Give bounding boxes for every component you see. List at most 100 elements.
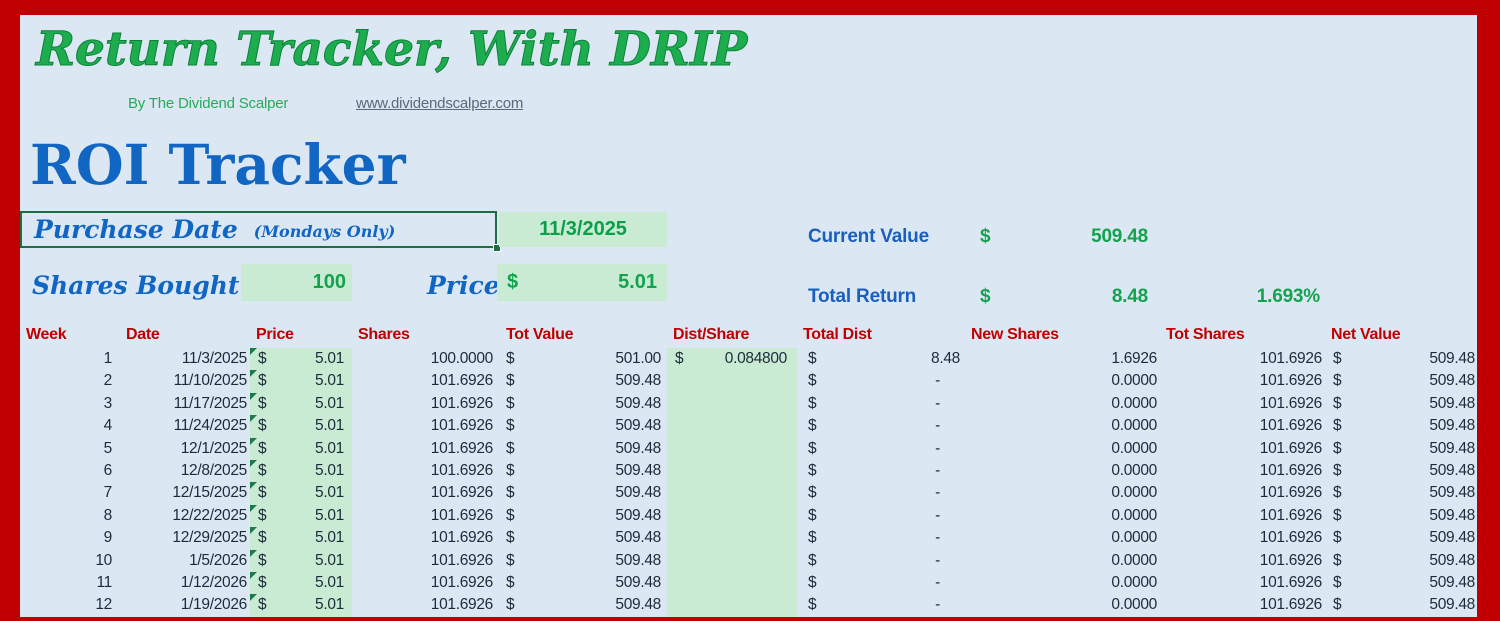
cell-tot-value[interactable]: $509.48 [500, 505, 667, 527]
cell-date[interactable]: 11/10/2025 [120, 370, 250, 392]
cell-total-dist[interactable]: $ - [797, 527, 965, 549]
cell-dist-share[interactable] [667, 594, 797, 617]
cell-date[interactable]: 11/3/2025 [120, 348, 250, 370]
cell-tot-shares[interactable]: 101.6926 [1160, 594, 1325, 616]
cell-price[interactable]: $5.01 [250, 527, 352, 550]
cell-price[interactable]: $5.01 [250, 415, 352, 438]
cell-new-shares[interactable]: 0.0000 [965, 370, 1160, 392]
cell-net-value[interactable]: $509.48 [1325, 550, 1477, 572]
cell-week[interactable]: 8 [20, 505, 120, 527]
cell-tot-value[interactable]: $509.48 [500, 594, 667, 616]
cell-shares[interactable]: 101.6926 [352, 460, 500, 482]
cell-new-shares[interactable]: 0.0000 [965, 594, 1160, 616]
cell-net-value[interactable]: $509.48 [1325, 482, 1477, 504]
cell-tot-shares[interactable]: 101.6926 [1160, 348, 1325, 370]
cell-dist-share[interactable]: $0.084800 [667, 348, 797, 371]
cell-shares[interactable]: 101.6926 [352, 482, 500, 504]
cell-dist-share[interactable] [667, 415, 797, 438]
cell-tot-value[interactable]: $509.48 [500, 370, 667, 392]
cell-price[interactable]: $5.01 [250, 370, 352, 393]
cell-dist-share[interactable] [667, 437, 797, 460]
cell-tot-shares[interactable]: 101.6926 [1160, 415, 1325, 437]
cell-new-shares[interactable]: 0.0000 [965, 550, 1160, 572]
cell-tot-value[interactable]: $509.48 [500, 393, 667, 415]
cell-dist-share[interactable] [667, 370, 797, 393]
cell-shares[interactable]: 101.6926 [352, 415, 500, 437]
purchase-date-input[interactable]: 11/3/2025 [499, 212, 667, 247]
cell-total-dist[interactable]: $ - [797, 572, 965, 594]
cell-new-shares[interactable]: 0.0000 [965, 393, 1160, 415]
cell-week[interactable]: 5 [20, 438, 120, 460]
cell-week[interactable]: 10 [20, 550, 120, 572]
header-price[interactable]: Price [250, 326, 352, 344]
cell-week[interactable]: 6 [20, 460, 120, 482]
cell-price[interactable]: $5.01 [250, 571, 352, 595]
cell-price[interactable]: $5.01 [250, 459, 352, 483]
cell-shares[interactable]: 101.6926 [352, 550, 500, 572]
cell-new-shares[interactable]: 0.0000 [965, 527, 1160, 549]
cell-date[interactable]: 12/29/2025 [120, 527, 250, 549]
cell-week[interactable]: 7 [20, 482, 120, 504]
cell-shares[interactable]: 101.6926 [352, 594, 500, 616]
cell-price[interactable]: $5.01 [250, 482, 352, 505]
cell-dist-share[interactable] [667, 459, 797, 483]
cell-price[interactable]: $5.01 [250, 549, 352, 572]
purchase-date-cell[interactable]: Purchase Date (Mondays Only) [20, 211, 501, 252]
cell-date[interactable]: 12/15/2025 [120, 482, 250, 504]
cell-week[interactable]: 2 [20, 370, 120, 392]
cell-tot-value[interactable]: $509.48 [500, 415, 667, 437]
cell-tot-value[interactable]: $509.48 [500, 482, 667, 504]
cell-tot-shares[interactable]: 101.6926 [1160, 393, 1325, 415]
shares-bought-input[interactable]: 100 [241, 264, 352, 301]
cell-price[interactable]: $5.01 [250, 348, 352, 371]
cell-shares[interactable]: 101.6926 [352, 572, 500, 594]
cell-new-shares[interactable]: 1.6926 [965, 348, 1160, 370]
cell-date[interactable]: 1/5/2026 [120, 550, 250, 572]
header-week[interactable]: Week [20, 326, 120, 344]
cell-net-value[interactable]: $509.48 [1325, 393, 1477, 415]
header-tot-value[interactable]: Tot Value [500, 326, 667, 344]
cell-net-value[interactable]: $509.48 [1325, 348, 1477, 370]
cell-total-dist[interactable]: $8.48 [797, 348, 965, 370]
cell-net-value[interactable]: $509.48 [1325, 460, 1477, 482]
cell-week[interactable]: 4 [20, 415, 120, 437]
cell-tot-value[interactable]: $509.48 [500, 460, 667, 482]
header-total-dist[interactable]: Total Dist [797, 326, 965, 344]
cell-tot-value[interactable]: $509.48 [500, 527, 667, 549]
cell-week[interactable]: 11 [20, 572, 120, 594]
cell-total-dist[interactable]: $ - [797, 460, 965, 482]
cell-total-dist[interactable]: $ - [797, 594, 965, 616]
cell-total-dist[interactable]: $ - [797, 550, 965, 572]
cell-net-value[interactable]: $509.48 [1325, 415, 1477, 437]
cell-week[interactable]: 12 [20, 594, 120, 616]
cell-new-shares[interactable]: 0.0000 [965, 505, 1160, 527]
cell-price[interactable]: $5.01 [250, 594, 352, 617]
cell-total-dist[interactable]: $ - [797, 370, 965, 392]
cell-tot-shares[interactable]: 101.6926 [1160, 438, 1325, 460]
cell-price[interactable]: $5.01 [250, 504, 352, 528]
cell-net-value[interactable]: $509.48 [1325, 594, 1477, 616]
header-dist-share[interactable]: Dist/Share [667, 326, 797, 344]
header-net-value[interactable]: Net Value [1325, 326, 1477, 344]
cell-net-value[interactable]: $509.48 [1325, 572, 1477, 594]
cell-dist-share[interactable] [667, 392, 797, 416]
cell-total-dist[interactable]: $ - [797, 482, 965, 504]
cell-net-value[interactable]: $509.48 [1325, 505, 1477, 527]
cell-tot-value[interactable]: $501.00 [500, 348, 667, 370]
cell-new-shares[interactable]: 0.0000 [965, 415, 1160, 437]
cell-date[interactable]: 11/24/2025 [120, 415, 250, 437]
cell-dist-share[interactable] [667, 482, 797, 505]
cell-tot-shares[interactable]: 101.6926 [1160, 460, 1325, 482]
cell-tot-value[interactable]: $509.48 [500, 572, 667, 594]
cell-shares[interactable]: 101.6926 [352, 393, 500, 415]
cell-tot-shares[interactable]: 101.6926 [1160, 505, 1325, 527]
cell-net-value[interactable]: $509.48 [1325, 527, 1477, 549]
cell-total-dist[interactable]: $ - [797, 505, 965, 527]
cell-tot-shares[interactable]: 101.6926 [1160, 572, 1325, 594]
cell-price[interactable]: $5.01 [250, 392, 352, 416]
website-link[interactable]: www.dividendscalper.com [356, 95, 523, 112]
cell-date[interactable]: 1/19/2026 [120, 594, 250, 616]
cell-week[interactable]: 9 [20, 527, 120, 549]
cell-new-shares[interactable]: 0.0000 [965, 482, 1160, 504]
cell-new-shares[interactable]: 0.0000 [965, 572, 1160, 594]
